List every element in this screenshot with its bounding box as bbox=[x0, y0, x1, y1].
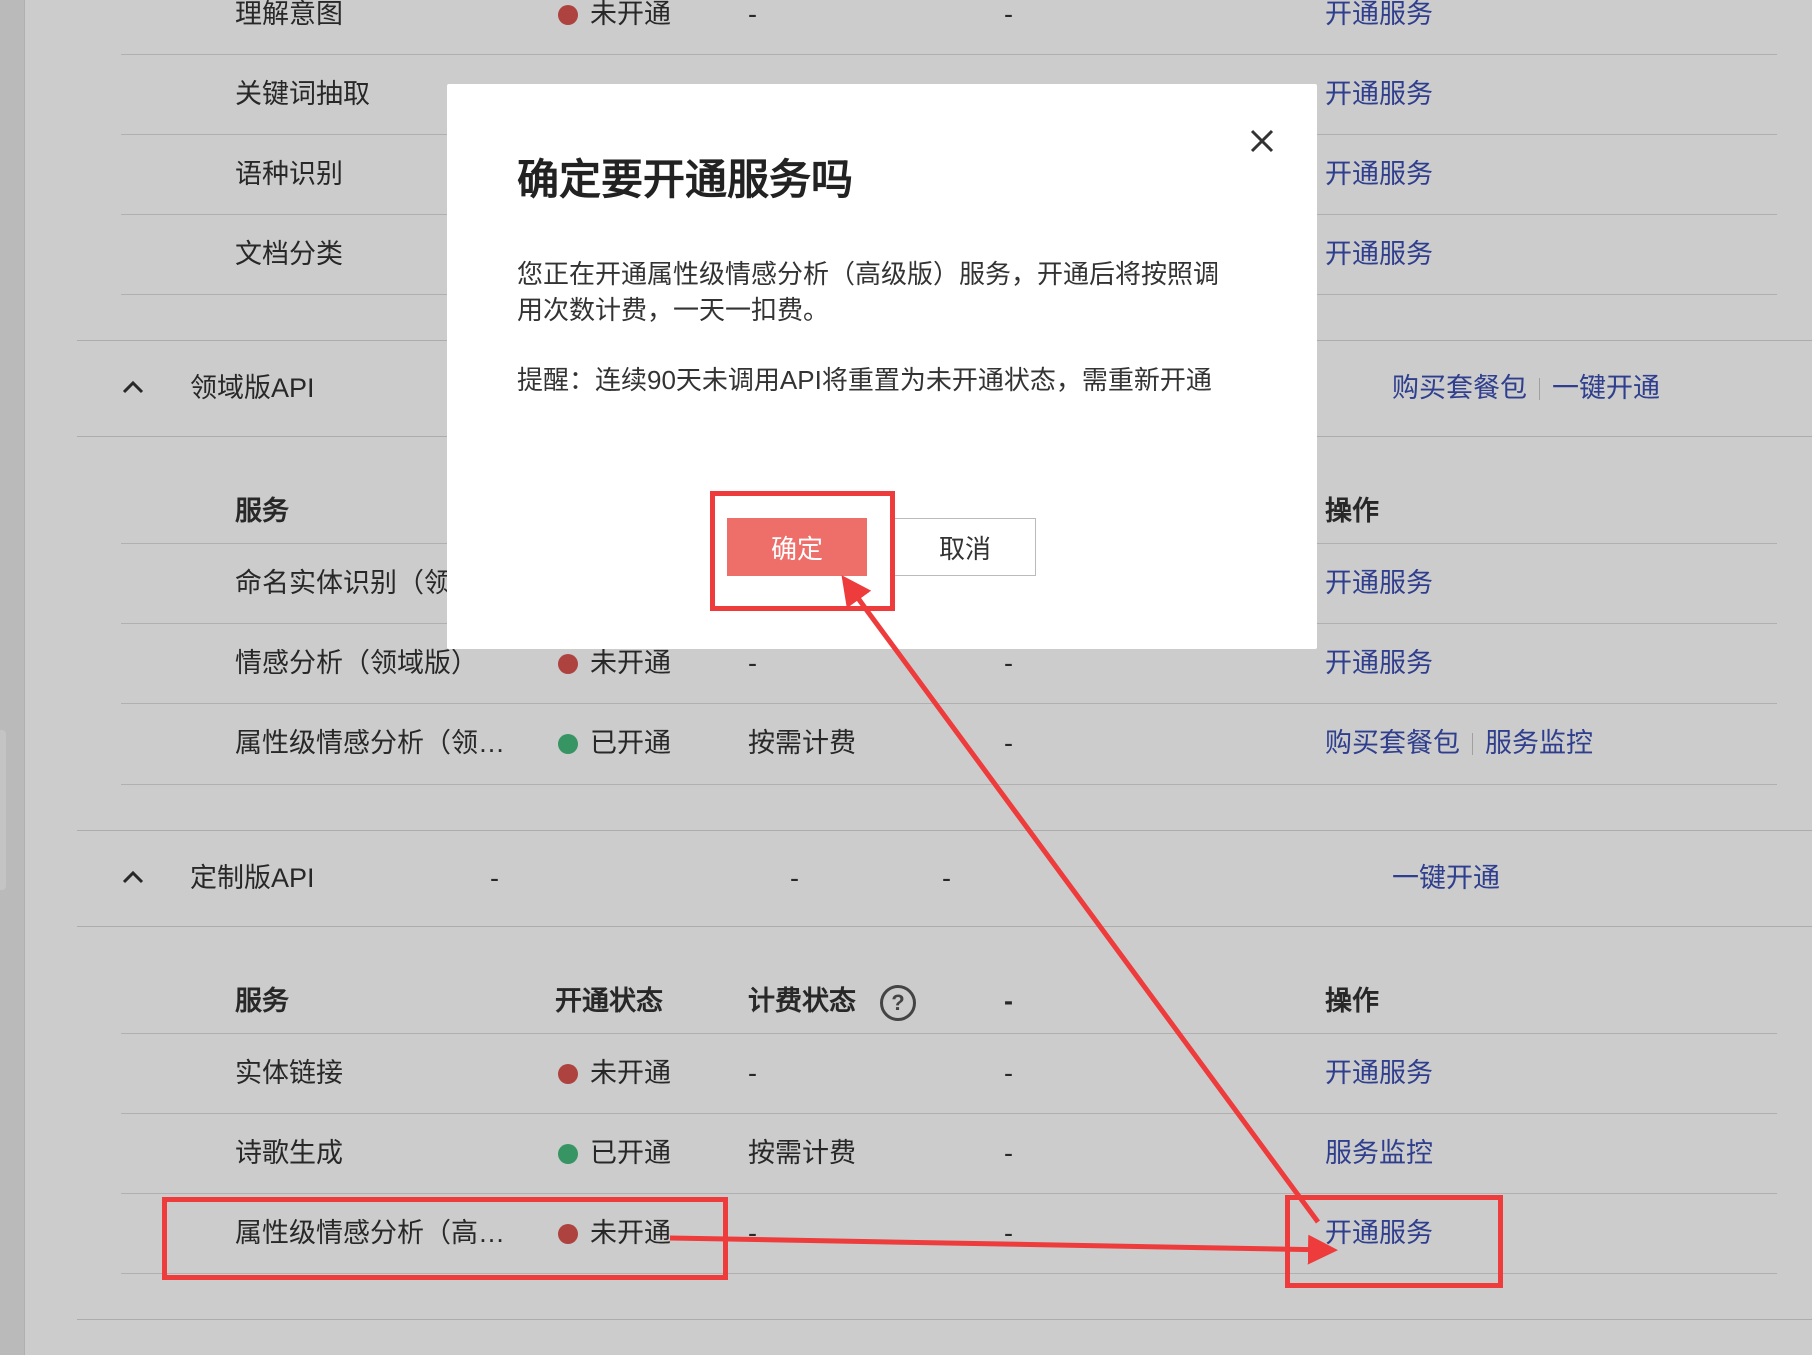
dialog-title: 确定要开通服务吗 bbox=[517, 156, 854, 203]
dialog-message: 您正在开通属性级情感分析（高级版）服务，开通后将按照调用次数计费，一天一扣费。 bbox=[517, 259, 1220, 325]
cancel-button[interactable]: 取消 bbox=[894, 518, 1036, 576]
annotation-box-confirm bbox=[710, 491, 895, 611]
close-icon[interactable] bbox=[1247, 126, 1277, 156]
dialog-reminder: 提醒：连续90天未调用API将重置为未开通状态，需重新开通 bbox=[517, 365, 1212, 395]
annotation-box-row bbox=[162, 1197, 728, 1280]
annotation-box-open-service bbox=[1285, 1195, 1503, 1288]
